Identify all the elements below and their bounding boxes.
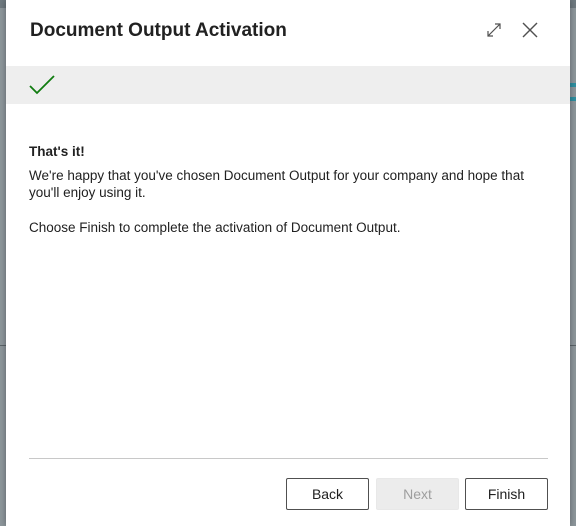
dialog-title: Document Output Activation xyxy=(30,20,287,41)
backdrop-accent xyxy=(570,97,576,101)
back-button[interactable]: Back xyxy=(286,478,369,510)
content-paragraph: Choose Finish to complete the activation… xyxy=(29,220,401,235)
expand-button[interactable] xyxy=(480,16,508,44)
finish-button[interactable]: Finish xyxy=(465,478,548,510)
content-heading: That's it! xyxy=(29,144,85,159)
wizard-content: That's it! We're happy that you've chose… xyxy=(29,143,549,236)
footer-divider xyxy=(29,458,548,459)
next-button[interactable]: Next xyxy=(376,478,459,510)
close-button[interactable] xyxy=(516,16,544,44)
backdrop-line xyxy=(570,345,576,346)
status-banner xyxy=(6,66,570,104)
close-icon xyxy=(522,22,538,38)
expand-arrows-icon xyxy=(487,23,501,37)
checkmark-icon xyxy=(29,75,55,95)
backdrop-accent xyxy=(570,83,576,87)
content-paragraph: We're happy that you've chosen Document … xyxy=(29,168,524,200)
activation-dialog: Document Output Activation That's it! We… xyxy=(6,0,570,526)
